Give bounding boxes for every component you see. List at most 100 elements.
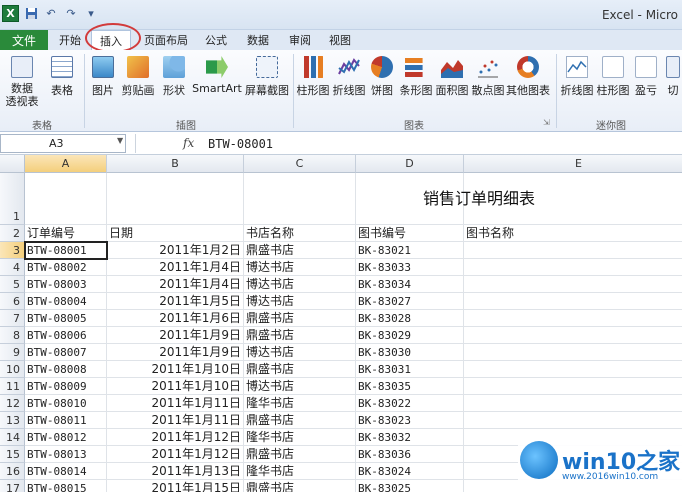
formula-input[interactable]: BTW-08001 (208, 137, 273, 151)
cell[interactable] (464, 412, 682, 429)
row-header-1[interactable]: 1 (0, 173, 25, 225)
tab-review[interactable]: 审阅 (282, 30, 318, 50)
customize-icon[interactable]: ▾ (83, 6, 99, 22)
table-cell[interactable]: BTW-08009 (25, 378, 107, 395)
table-cell[interactable]: BK-83034 (356, 276, 464, 293)
table-cell[interactable]: BTW-08012 (25, 429, 107, 446)
table-cell[interactable]: BTW-08004 (25, 293, 107, 310)
table-cell[interactable]: 2011年1月13日 (107, 463, 244, 480)
pie-chart-button[interactable]: 饼图 (368, 56, 396, 98)
table-cell[interactable]: BTW-08005 (25, 310, 107, 327)
header-cell[interactable]: 日期 (107, 225, 244, 242)
other-charts-button[interactable]: 其他图表 (506, 56, 550, 98)
table-cell[interactable]: 隆华书店 (244, 395, 356, 412)
tab-page-layout[interactable]: 页面布局 (138, 30, 194, 50)
table-cell[interactable]: BTW-08001 (25, 242, 107, 259)
table-cell[interactable]: 博达书店 (244, 344, 356, 361)
tab-file[interactable]: 文件 (0, 30, 48, 50)
undo-icon[interactable]: ↶ (43, 6, 59, 22)
table-cell[interactable]: BK-83032 (356, 429, 464, 446)
sparkline-line-button[interactable]: 折线图 (559, 56, 595, 98)
table-cell[interactable]: 鼎盛书店 (244, 480, 356, 492)
tab-insert[interactable]: 插入 (91, 30, 131, 50)
clipart-button[interactable]: 剪贴画 (120, 56, 156, 98)
table-cell[interactable]: BK-83024 (356, 463, 464, 480)
table-cell[interactable]: 2011年1月2日 (107, 242, 244, 259)
picture-button[interactable]: 图片 (89, 56, 117, 98)
pivot-table-button[interactable]: 数据 透视表 (4, 56, 40, 108)
tab-view[interactable]: 视图 (322, 30, 358, 50)
table-cell[interactable]: BTW-08008 (25, 361, 107, 378)
table-cell[interactable]: 鼎盛书店 (244, 242, 356, 259)
smartart-button[interactable]: SmartArt (192, 56, 242, 95)
excel-logo-icon[interactable]: X (2, 5, 19, 22)
table-cell[interactable]: 博达书店 (244, 276, 356, 293)
column-header-c[interactable]: C (244, 155, 356, 173)
row-header-5[interactable]: 5 (0, 276, 25, 293)
row-header-14[interactable]: 14 (0, 429, 25, 446)
cell[interactable] (464, 361, 682, 378)
table-cell[interactable]: 2011年1月5日 (107, 293, 244, 310)
row-header-10[interactable]: 10 (0, 361, 25, 378)
column-chart-button[interactable]: 柱形图 (295, 56, 331, 98)
table-cell[interactable]: 2011年1月4日 (107, 259, 244, 276)
area-chart-button[interactable]: 面积图 (434, 56, 470, 98)
table-cell[interactable]: 2011年1月9日 (107, 327, 244, 344)
table-cell[interactable]: 2011年1月12日 (107, 429, 244, 446)
table-cell[interactable]: 2011年1月10日 (107, 361, 244, 378)
row-header-4[interactable]: 4 (0, 259, 25, 276)
column-header-b[interactable]: B (107, 155, 244, 173)
cell[interactable] (464, 378, 682, 395)
column-header-a[interactable]: A (25, 155, 107, 173)
table-cell[interactable]: 隆华书店 (244, 429, 356, 446)
table-cell[interactable]: BK-83029 (356, 327, 464, 344)
table-button[interactable]: 表格 (46, 56, 78, 98)
table-cell[interactable]: BTW-08011 (25, 412, 107, 429)
tab-data[interactable]: 数据 (240, 30, 276, 50)
bar-chart-button[interactable]: 条形图 (399, 56, 433, 98)
table-cell[interactable]: BK-83035 (356, 378, 464, 395)
table-cell[interactable]: 隆华书店 (244, 463, 356, 480)
line-chart-button[interactable]: 折线图 (331, 56, 367, 98)
table-cell[interactable]: 2011年1月15日 (107, 480, 244, 492)
cell[interactable] (464, 293, 682, 310)
name-box-dropdown-icon[interactable]: ▼ (117, 136, 123, 145)
table-cell[interactable]: 2011年1月9日 (107, 344, 244, 361)
table-cell[interactable]: 2011年1月11日 (107, 395, 244, 412)
cell[interactable] (464, 395, 682, 412)
header-cell[interactable]: 图书名称 (464, 225, 682, 242)
column-header-e[interactable]: E (464, 155, 682, 173)
header-cell[interactable]: 书店名称 (244, 225, 356, 242)
row-header-15[interactable]: 15 (0, 446, 25, 463)
table-cell[interactable]: BK-83033 (356, 259, 464, 276)
row-header-13[interactable]: 13 (0, 412, 25, 429)
row-header-6[interactable]: 6 (0, 293, 25, 310)
table-cell[interactable]: BK-83027 (356, 293, 464, 310)
table-cell[interactable]: BTW-08010 (25, 395, 107, 412)
row-header-2[interactable]: 2 (0, 225, 25, 242)
table-cell[interactable]: BK-83028 (356, 310, 464, 327)
table-cell[interactable]: 鼎盛书店 (244, 327, 356, 344)
cell[interactable] (25, 173, 107, 225)
cell[interactable] (244, 173, 356, 225)
table-cell[interactable]: BK-83021 (356, 242, 464, 259)
column-header-d[interactable]: D (356, 155, 464, 173)
table-cell[interactable]: 博达书店 (244, 378, 356, 395)
shapes-button[interactable]: 形状 (160, 56, 188, 98)
cell[interactable] (464, 276, 682, 293)
table-cell[interactable]: 博达书店 (244, 293, 356, 310)
table-cell[interactable]: 2011年1月12日 (107, 446, 244, 463)
table-cell[interactable]: 2011年1月10日 (107, 378, 244, 395)
cell[interactable] (464, 344, 682, 361)
table-cell[interactable]: BK-83031 (356, 361, 464, 378)
cell[interactable] (464, 242, 682, 259)
table-cell[interactable]: 鼎盛书店 (244, 412, 356, 429)
table-cell[interactable]: 鼎盛书店 (244, 310, 356, 327)
table-cell[interactable]: BK-83023 (356, 412, 464, 429)
screenshot-button[interactable]: 屏幕截图 (243, 56, 291, 98)
header-cell[interactable]: 订单编号 (25, 225, 107, 242)
header-cell[interactable]: 图书编号 (356, 225, 464, 242)
tab-home[interactable]: 开始 (54, 30, 86, 50)
table-cell[interactable]: BK-83030 (356, 344, 464, 361)
table-cell[interactable]: BTW-08014 (25, 463, 107, 480)
